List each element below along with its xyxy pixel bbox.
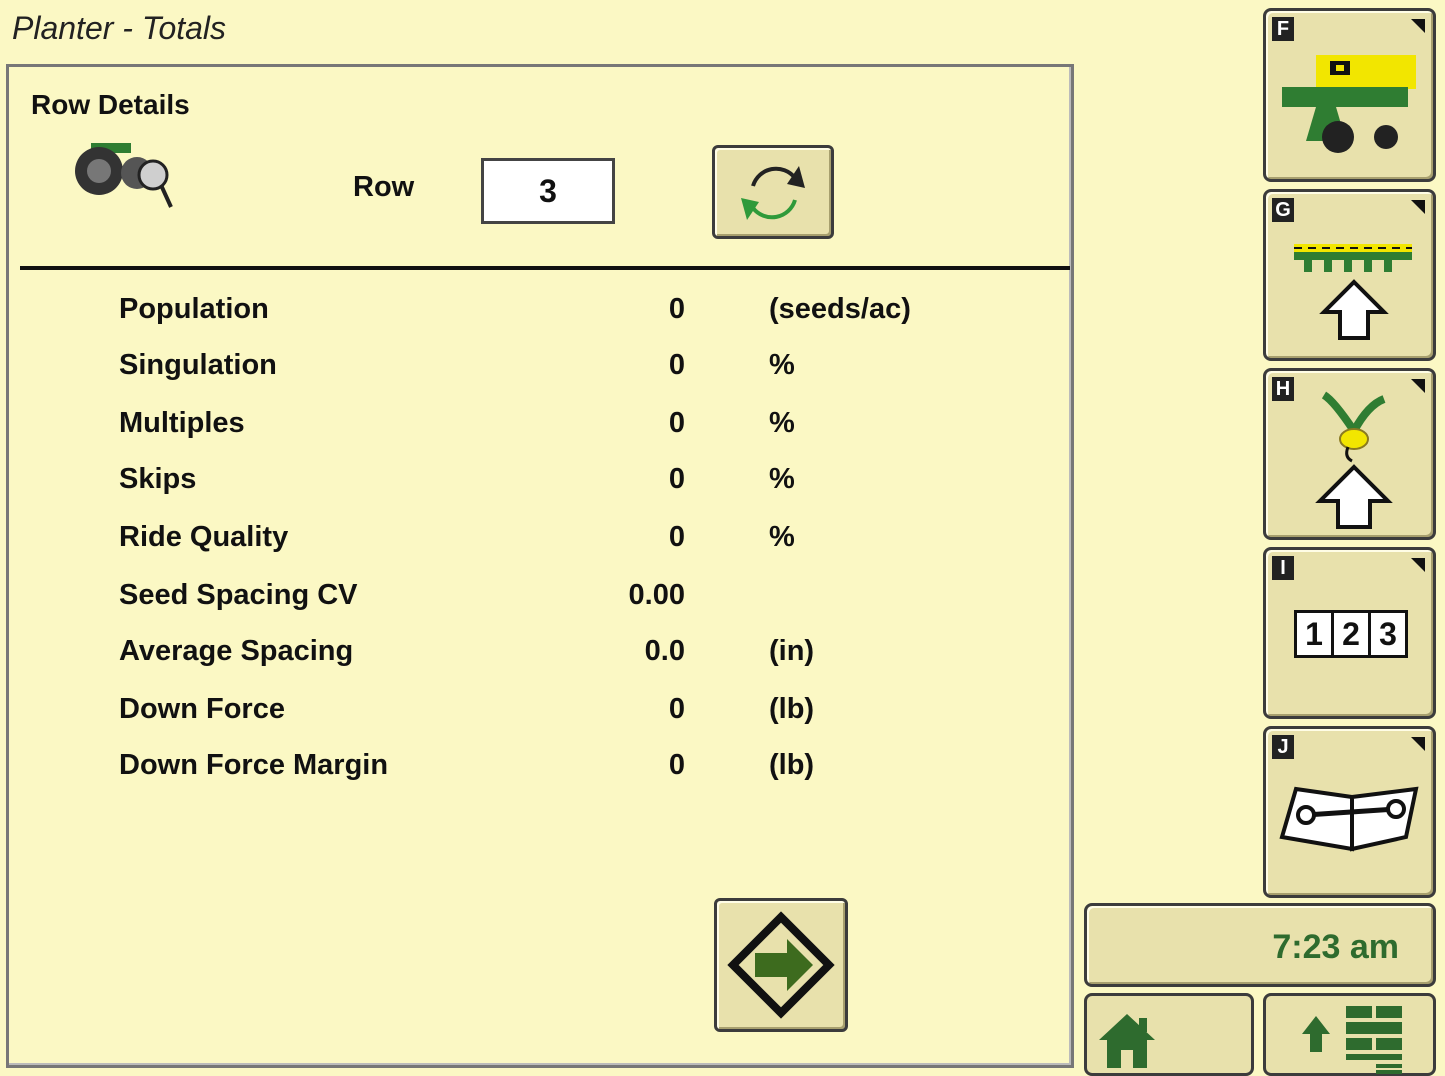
book-wrench-icon xyxy=(1279,786,1419,852)
metric-label: Multiples xyxy=(119,407,245,439)
time-text: 7:23 am xyxy=(1272,928,1399,966)
row-number-input[interactable]: 3 xyxy=(481,158,615,224)
row-details-panel: Row Details Row 3 Population 0 (seeds/ac… xyxy=(6,64,1074,1068)
metric-row-skips: Skips 0 % xyxy=(9,463,1049,503)
toolbar-up-icon xyxy=(1294,244,1412,340)
metric-label: Singulation xyxy=(119,349,277,381)
corner-triangle-icon xyxy=(1411,19,1425,33)
corner-triangle-icon xyxy=(1411,737,1425,751)
metric-unit: % xyxy=(769,521,795,553)
metric-label: Population xyxy=(119,293,269,325)
metric-value: 0 xyxy=(668,407,685,439)
page-title: Planter - Totals xyxy=(12,10,227,46)
row-details-title: Row Details xyxy=(31,89,190,120)
home-button[interactable] xyxy=(1084,993,1254,1076)
seed-up-icon xyxy=(1315,391,1393,529)
metric-row-down-force-margin: Down Force Margin 0 (lb) xyxy=(9,749,1049,789)
metric-value: 0 xyxy=(668,293,685,325)
side-button-h-seed[interactable]: H xyxy=(1263,368,1436,540)
metric-value: 0.0 xyxy=(644,635,685,667)
metric-value: 0 xyxy=(668,693,685,725)
metric-row-ride-quality: Ride Quality 0 % xyxy=(9,521,1049,561)
metric-unit: % xyxy=(769,407,795,439)
metric-label: Average Spacing xyxy=(119,635,354,667)
metric-value: 0 xyxy=(668,463,685,495)
metric-label: Skips xyxy=(119,463,197,495)
letter-i-icon: I xyxy=(1272,556,1294,580)
side-button-i-numbers[interactable]: I 1 2 3 xyxy=(1263,547,1436,719)
metric-value: 0 xyxy=(668,349,685,381)
clock-display: 7:23 am xyxy=(1084,903,1436,987)
letter-f-icon: F xyxy=(1272,17,1294,41)
metric-label: Down Force xyxy=(119,693,285,725)
letter-g-icon: G xyxy=(1272,198,1294,222)
planter-icon xyxy=(1282,55,1416,153)
metric-unit: % xyxy=(769,349,795,381)
layout-manager-button[interactable] xyxy=(1263,993,1436,1076)
metric-row-seed-spacing-cv: Seed Spacing CV 0.00 xyxy=(9,579,1049,619)
metric-row-average-spacing: Average Spacing 0.0 (in) xyxy=(9,635,1049,675)
corner-triangle-icon xyxy=(1411,200,1425,214)
metric-unit: % xyxy=(769,463,795,495)
next-page-button[interactable] xyxy=(714,898,848,1032)
metric-value: 0 xyxy=(668,749,685,781)
digit-3: 3 xyxy=(1379,616,1397,652)
metric-unit: (lb) xyxy=(769,749,815,781)
metric-label: Seed Spacing CV xyxy=(119,579,358,611)
home-icon xyxy=(1099,1014,1155,1068)
arrow-right-icon xyxy=(727,911,835,1019)
metric-row-multiples: Multiples 0 % xyxy=(9,407,1049,447)
digit-1: 1 xyxy=(1297,613,1334,655)
metric-value: 0 xyxy=(668,521,685,553)
row-label: Row xyxy=(353,171,415,203)
metric-value: 0.00 xyxy=(628,579,685,611)
letter-j-icon: J xyxy=(1272,735,1294,759)
row-unit-magnifier-icon xyxy=(75,143,173,208)
header-divider xyxy=(20,266,1070,270)
metric-label: Down Force Margin xyxy=(119,749,389,781)
side-button-j-service[interactable]: J xyxy=(1263,726,1436,898)
side-button-f-planter[interactable]: F xyxy=(1263,8,1436,182)
corner-triangle-icon xyxy=(1411,558,1425,572)
layout-up-icon xyxy=(1302,1006,1402,1074)
metric-label: Ride Quality xyxy=(119,521,289,553)
metric-unit: (in) xyxy=(769,635,815,667)
metric-unit: (seeds/ac) xyxy=(769,293,911,325)
metric-unit: (lb) xyxy=(769,693,815,725)
metric-row-down-force: Down Force 0 (lb) xyxy=(9,693,1049,733)
cycle-row-button[interactable] xyxy=(712,145,834,239)
digit-2: 2 xyxy=(1334,613,1371,655)
side-button-g-toolbar[interactable]: G xyxy=(1263,189,1436,361)
cycle-arrows-icon xyxy=(741,166,805,220)
numbers-123-icon: 1 2 3 xyxy=(1294,610,1408,658)
metric-row-population: Population 0 (seeds/ac) xyxy=(9,293,1049,333)
metric-row-singulation: Singulation 0 % xyxy=(9,349,1049,389)
